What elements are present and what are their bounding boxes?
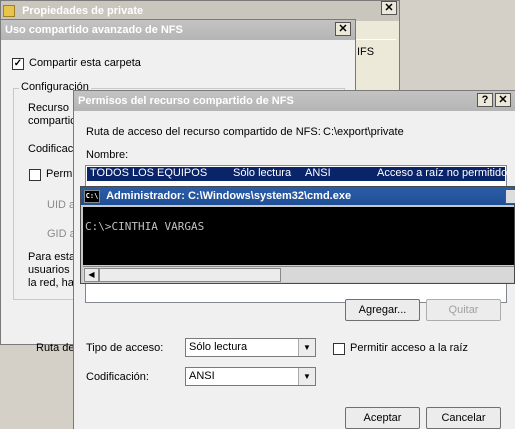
chevron-down-icon: ▼	[298, 368, 315, 385]
row-root: Acceso a raíz no permitido	[377, 167, 508, 179]
cmd-title: Administrador: C:\Windows\system32\cmd.e…	[106, 190, 352, 202]
share-folder-label: Compartir esta carpeta	[29, 57, 141, 69]
resource-label: Recurso compartic	[28, 102, 76, 127]
permissions-close-button[interactable]: ✕	[495, 93, 511, 107]
access-type-select[interactable]: Sólo lectura ▼	[185, 338, 316, 357]
close-icon: ✕	[384, 2, 394, 14]
list-item[interactable]: TODOS LOS EQUIPOS Sólo lectura ANSI Acce…	[87, 167, 508, 181]
encoding-select[interactable]: ANSI ▼	[185, 367, 316, 386]
encoding-label-partial: Codificac	[28, 143, 74, 155]
properties-titlebar: Propiedades de private	[1, 1, 399, 21]
info-text: Para esta usuarios la red, ha	[28, 251, 76, 289]
access-type-value: Sólo lectura	[189, 341, 248, 353]
name-label: Nombre:	[86, 149, 129, 161]
properties-close-button[interactable]: ✕	[381, 1, 397, 15]
chevron-down-icon: ▼	[298, 339, 315, 356]
add-button[interactable]: Agregar...	[345, 299, 420, 321]
ruta-label-partial: Ruta de	[36, 342, 75, 354]
folder-icon	[3, 5, 15, 18]
scroll-left-icon[interactable]: ◀	[84, 268, 99, 282]
share-folder-checkbox[interactable]: ✓	[12, 58, 24, 70]
cmd-output-line: C:\>CINTHIA VARGAS	[85, 220, 205, 233]
permissions-titlebar: Permisos del recurso compartido de NFS	[74, 91, 515, 111]
access-type-label: Tipo de acceso:	[86, 342, 164, 354]
row-access: Sólo lectura	[233, 167, 292, 179]
uid-label: UID a	[47, 199, 76, 211]
help-button[interactable]: ?	[477, 93, 493, 107]
permissions-title: Permisos del recurso compartido de NFS	[78, 95, 294, 107]
share-path-value: C:\export\private	[323, 126, 404, 138]
nfs-advanced-titlebar: Uso compartido avanzado de NFS	[1, 20, 355, 40]
close-icon: ✕	[498, 94, 508, 106]
allow-root-label: Permitir acceso a la raíz	[350, 342, 468, 354]
encoding-value: ANSI	[189, 370, 215, 382]
share-path-label: Ruta de acceso del recurso compartido de…	[86, 126, 321, 138]
cmd-titlebar: C:\ Administrador: C:\Windows\system32\c…	[81, 187, 514, 205]
cmd-icon: C:\	[84, 189, 100, 203]
cmd-console[interactable]: C:\>CINTHIA VARGAS	[83, 207, 514, 265]
close-icon: ✕	[338, 23, 348, 35]
ok-button[interactable]: Aceptar	[345, 407, 420, 429]
encoding-label: Codificación:	[86, 371, 149, 383]
scroll-thumb[interactable]	[99, 268, 281, 282]
cancel-button[interactable]: Cancelar	[426, 407, 501, 429]
help-icon: ?	[481, 94, 489, 106]
nfs-advanced-title: Uso compartido avanzado de NFS	[5, 24, 183, 36]
gid-label: GID a	[47, 228, 76, 240]
allow-root-checkbox[interactable]	[333, 343, 345, 355]
properties-title: Propiedades de private	[22, 5, 144, 17]
row-encoding: ANSI	[305, 167, 331, 179]
cmd-minimize-button[interactable]	[505, 189, 515, 204]
row-name: TODOS LOS EQUIPOS	[90, 167, 208, 179]
nfs-advanced-close-button[interactable]: ✕	[335, 22, 351, 36]
permit-checkbox[interactable]	[29, 169, 41, 181]
cmd-window: C:\ Administrador: C:\Windows\system32\c…	[80, 186, 515, 284]
remove-button[interactable]: Quitar	[426, 299, 501, 321]
permit-label-partial: Permi	[46, 168, 75, 180]
cmd-horizontal-scrollbar[interactable]: ◀	[83, 266, 514, 282]
